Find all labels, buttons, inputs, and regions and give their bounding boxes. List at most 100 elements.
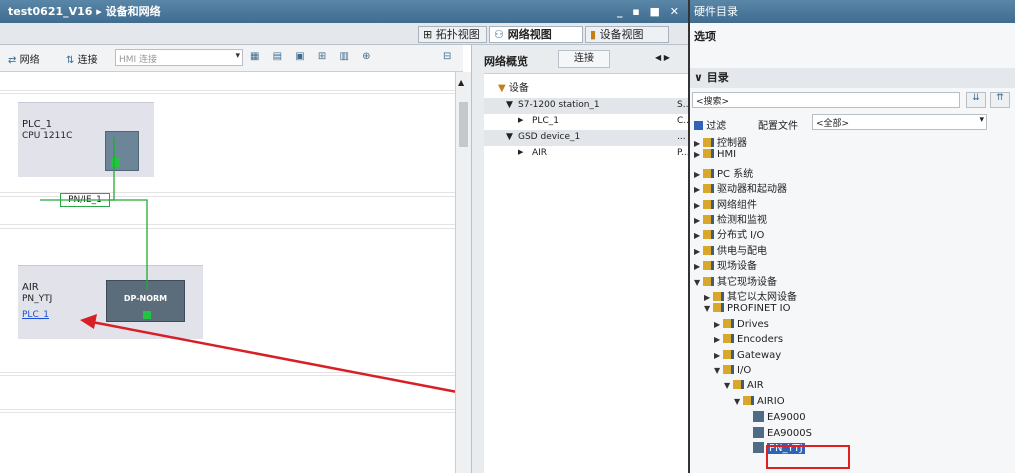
- folder-icon: [703, 168, 714, 178]
- network-overview-panel: 网络概览 连接 ◀ ▶ ▼ 设备 ▼ S7-1200 station_1 S... …: [471, 45, 692, 473]
- scroll-thumb[interactable]: [459, 102, 468, 147]
- folder-icon: [713, 292, 724, 301]
- tree-item-label: Gateway: [737, 349, 782, 361]
- expand-right-icon[interactable]: ▶: [714, 335, 723, 344]
- expand-right-icon[interactable]: ▶: [714, 320, 723, 329]
- selection-highlight-box: [766, 445, 850, 469]
- tree-item[interactable]: ▶ 分布式 I/O: [694, 226, 764, 241]
- tree-item[interactable]: ▶ HMI: [694, 149, 736, 160]
- row-name: GSD device_1: [518, 132, 581, 142]
- expand-right-icon[interactable]: ▶: [694, 262, 703, 271]
- expand-down-icon[interactable]: ▼: [714, 366, 723, 375]
- device-filter-icon: ▼: [498, 83, 506, 94]
- expand-right-icon[interactable]: ▶: [694, 247, 703, 256]
- tree-item-label: PC 系统: [717, 168, 754, 180]
- row-name: AIR: [532, 148, 548, 158]
- profile-select[interactable]: <全部> ▾: [812, 114, 987, 130]
- expand-right-icon[interactable]: ▶: [694, 170, 703, 179]
- checkbox-icon: [694, 121, 703, 130]
- tree-item[interactable]: ▶ 检测和监视: [694, 211, 767, 226]
- tree-item[interactable]: ▶ 驱动器和起动器: [694, 180, 787, 195]
- expand-down-icon[interactable]: ▼: [734, 397, 743, 406]
- tree-item-label: 网络组件: [717, 199, 757, 211]
- pnie-link-line: [108, 199, 148, 290]
- table-row[interactable]: ▼ S7-1200 station_1 S...: [484, 98, 691, 114]
- tree-item-label: 其它以太网设备: [727, 292, 797, 303]
- tree-item-label: Encoders: [737, 334, 784, 346]
- profile-value: <全部>: [816, 119, 850, 129]
- tree-item[interactable]: EA9000: [744, 411, 806, 423]
- tree-item[interactable]: ▼ PROFINET IO: [704, 303, 790, 314]
- canvas-scrollbar[interactable]: ▲: [455, 72, 471, 473]
- options-section-title[interactable]: 选项: [694, 28, 716, 44]
- device-icon: [753, 411, 764, 423]
- chevron-down-icon: ∨: [694, 71, 703, 84]
- folder-icon: [703, 149, 714, 159]
- expand-right-icon[interactable]: ▶: [694, 231, 703, 240]
- tree-item-label: HMI: [717, 149, 737, 161]
- search-up-icon[interactable]: ⇈: [990, 92, 1010, 108]
- tree-item[interactable]: ▶ Encoders: [714, 334, 783, 345]
- tree-item-label: 分布式 I/O: [717, 230, 765, 242]
- table-row[interactable]: ▶ AIR P...: [484, 146, 690, 162]
- folder-icon: [703, 215, 714, 224]
- row-name: S7-1200 station_1: [518, 100, 600, 110]
- tree-item[interactable]: ▼ I/O: [714, 365, 751, 376]
- folder-icon: [713, 303, 724, 313]
- filter-label: 过滤: [706, 121, 727, 132]
- filter-checkbox[interactable]: 过滤: [694, 117, 726, 132]
- tree-item-label: 其它现场设备: [717, 276, 777, 288]
- expand-right-icon[interactable]: ▶: [694, 216, 703, 225]
- tree-item-label: 检测和监视: [717, 215, 767, 226]
- tree-item[interactable]: EA9000S: [744, 426, 812, 439]
- tree-item-label: AIRIO: [757, 395, 785, 407]
- chevron-down-icon: ▾: [979, 115, 984, 125]
- catalog-search-input[interactable]: <搜索>: [692, 92, 960, 108]
- folder-icon: [733, 380, 744, 390]
- tree-item[interactable]: ▶ 供电与配电: [694, 242, 767, 257]
- expand-right-icon[interactable]: ▶: [714, 351, 723, 360]
- expand-right-icon[interactable]: ▶: [694, 201, 703, 210]
- tree-item[interactable]: ▶ Drives: [714, 318, 769, 330]
- tree-item[interactable]: ▶ Gateway: [714, 349, 782, 361]
- table-row[interactable]: ▶ PLC_1 C...: [484, 114, 692, 130]
- catalog-section-header[interactable]: ∨ 目录: [690, 68, 1015, 88]
- folder-icon: [723, 334, 734, 344]
- tree-item-label: 驱动器和起动器: [717, 184, 787, 196]
- folder-icon: [703, 276, 714, 286]
- tab-connections[interactable]: 连接: [558, 50, 610, 68]
- folder-icon: [723, 318, 734, 328]
- tab-nav-arrows[interactable]: ◀ ▶: [655, 53, 670, 62]
- expand-down-icon[interactable]: ▼: [724, 381, 733, 390]
- tab-network-overview[interactable]: 网络概览: [484, 53, 528, 69]
- search-down-icon[interactable]: ⇊: [966, 92, 986, 108]
- catalog-title: 硬件目录: [694, 5, 738, 18]
- catalog-title-bar: 硬件目录: [690, 0, 1015, 23]
- scroll-up-icon[interactable]: ▲: [458, 78, 464, 87]
- expand-right-icon[interactable]: ▶: [704, 293, 713, 302]
- folder-icon: [743, 395, 754, 405]
- folder-icon: [723, 349, 734, 359]
- tree-item-label: PROFINET IO: [727, 303, 791, 315]
- expand-right-icon[interactable]: ▶: [694, 185, 703, 194]
- drag-arrow-head: [80, 314, 97, 329]
- expand-right-icon[interactable]: ▶: [694, 150, 703, 159]
- tree-item[interactable]: ▶ PC 系统: [694, 165, 753, 180]
- profile-label: 配置文件: [758, 121, 798, 132]
- expand-down-icon[interactable]: ▼: [704, 304, 713, 313]
- folder-icon: [703, 138, 714, 147]
- tree-item[interactable]: ▶ 控制器: [694, 134, 747, 149]
- tree-item-label: 供电与配电: [717, 245, 767, 257]
- table-row[interactable]: ▼ GSD device_1...: [484, 130, 689, 146]
- tree-item[interactable]: ▼ AIRIO: [734, 395, 785, 407]
- tree-item[interactable]: ▼ AIR: [724, 380, 764, 391]
- expand-right-icon[interactable]: ▶: [694, 139, 703, 148]
- tree-item[interactable]: ▶ 其它以太网设备: [704, 288, 797, 303]
- folder-icon: [703, 245, 714, 255]
- tree-item[interactable]: ▼ 其它现场设备: [694, 273, 777, 288]
- tree-item[interactable]: ▶ 网络组件: [694, 196, 757, 211]
- overview-table: ▼ 设备 ▼ S7-1200 station_1 S... ▶ PLC_1 C... ▼…: [484, 73, 692, 473]
- expand-down-icon[interactable]: ▼: [694, 278, 703, 287]
- tree-item-label: I/O: [737, 365, 752, 376]
- tree-item[interactable]: ▶ 现场设备: [694, 257, 757, 272]
